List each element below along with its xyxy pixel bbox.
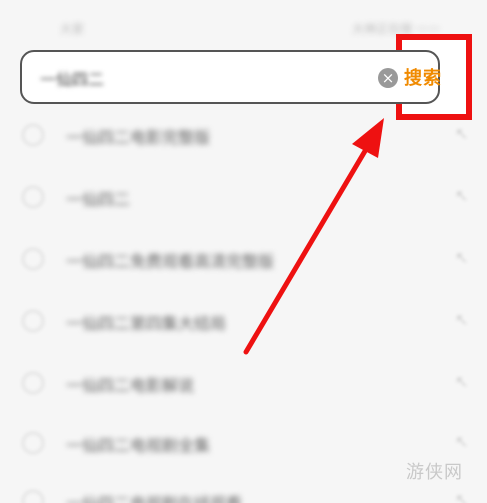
suggestion-text: 一仙四二电视剧在线观看 xyxy=(66,490,242,503)
search-history-icon xyxy=(22,248,44,270)
fill-arrow-icon[interactable]: ↖ xyxy=(455,490,468,503)
suggestion-item[interactable]: 一仙四二免费观看高清完整版 ↖ xyxy=(0,240,487,280)
search-input-value: 一仙四二 xyxy=(40,70,105,89)
suggestion-text: 一仙四二电影解说 xyxy=(66,376,195,395)
clear-icon[interactable]: × xyxy=(378,68,398,88)
search-history-icon xyxy=(22,490,44,503)
fill-arrow-icon[interactable]: ↖ xyxy=(455,372,468,391)
search-history-icon xyxy=(22,124,44,146)
search-page: 大家 大神正在搜 一一 一仙四二 × 搜索 一仙四二电影完整版 ↖ 一仙四二 ↖… xyxy=(0,0,487,503)
top-bar: 大家 大神正在搜 一一 xyxy=(60,20,440,36)
search-history-icon xyxy=(22,310,44,332)
suggestion-text: 一仙四二免费观看高清完整版 xyxy=(66,252,275,271)
fill-arrow-icon[interactable]: ↖ xyxy=(455,186,468,205)
suggestion-item[interactable]: 一仙四二第四集大结局 ↖ xyxy=(0,302,487,342)
suggestion-text: 一仙四二第四集大结局 xyxy=(66,314,227,333)
suggestion-text: 一仙四二电视剧全集 xyxy=(66,436,211,455)
search-history-icon xyxy=(22,372,44,394)
top-left-text: 大家 xyxy=(60,22,85,36)
suggestion-text: 一仙四二电影完整版 xyxy=(66,128,211,147)
search-button[interactable]: 搜索 xyxy=(404,64,442,90)
suggestion-text: 一仙四二 xyxy=(66,190,131,209)
suggestion-item[interactable]: 一仙四二电视剧在线观看 ↖ xyxy=(0,482,487,503)
search-history-icon xyxy=(22,432,44,454)
watermark-logo: 游侠网 xyxy=(406,462,463,483)
fill-arrow-icon[interactable]: ↖ xyxy=(455,124,468,143)
suggestion-item[interactable]: 一仙四二 ↖ xyxy=(0,178,487,218)
suggestion-item[interactable]: 一仙四二电影完整版 ↖ xyxy=(0,116,487,156)
fill-arrow-icon[interactable]: ↖ xyxy=(455,248,468,267)
suggestion-item[interactable]: 一仙四二电影解说 ↖ xyxy=(0,364,487,404)
fill-arrow-icon[interactable]: ↖ xyxy=(455,310,468,329)
search-history-icon xyxy=(22,186,44,208)
search-input[interactable]: 一仙四二 × xyxy=(20,50,440,104)
fill-arrow-icon[interactable]: ↖ xyxy=(455,432,468,451)
